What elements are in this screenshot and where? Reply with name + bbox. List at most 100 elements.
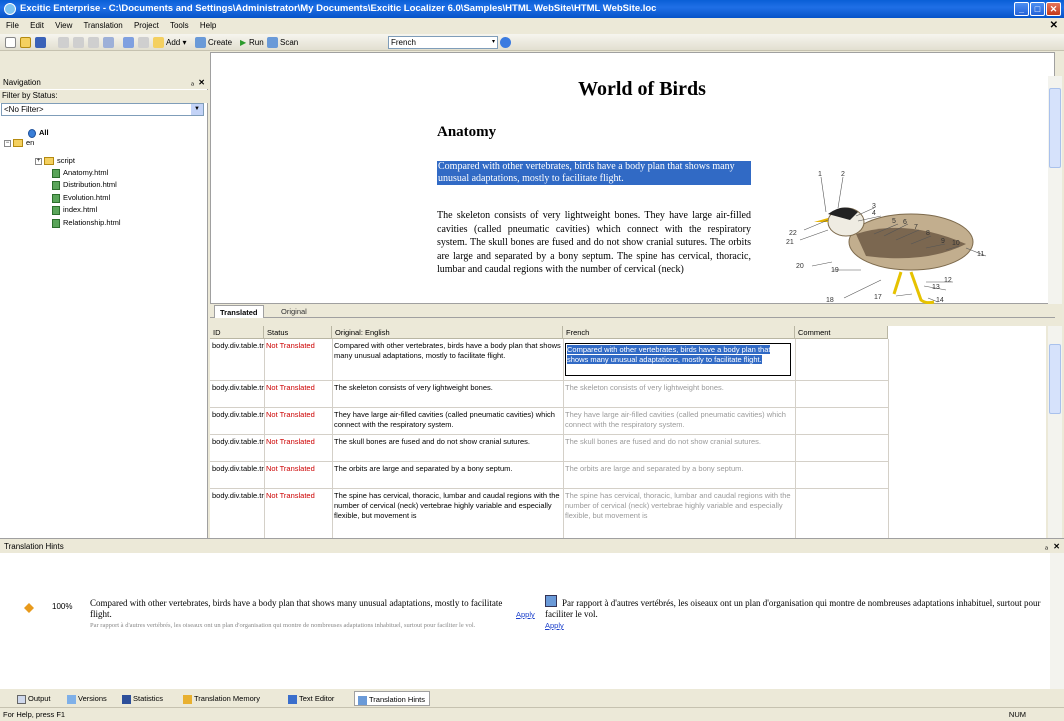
close-icon[interactable]: ✕ — [1053, 539, 1060, 554]
redo-icon[interactable] — [138, 37, 149, 48]
maximize-button[interactable]: □ — [1030, 2, 1045, 16]
minimize-button[interactable]: _ — [1014, 2, 1029, 16]
copy-icon[interactable] — [73, 37, 84, 48]
menu-help[interactable]: Help — [200, 21, 216, 30]
pin-icon[interactable]: ₐ — [1045, 539, 1048, 554]
scan-button[interactable]: Scan — [280, 34, 298, 51]
tab-versions[interactable]: Versions — [64, 691, 107, 706]
menu-edit[interactable]: Edit — [30, 21, 44, 30]
open-icon[interactable] — [20, 37, 31, 48]
scrollbar-thumb[interactable] — [1049, 344, 1061, 414]
collapse-icon[interactable]: − — [4, 139, 11, 147]
row-french[interactable]: The orbits are large and separated by a … — [563, 462, 795, 476]
menu-project[interactable]: Project — [134, 21, 159, 30]
tab-original[interactable]: Original — [276, 305, 312, 318]
close-button[interactable]: ✕ — [1046, 2, 1061, 16]
create-icon[interactable] — [195, 37, 206, 48]
column-status[interactable]: Status — [264, 326, 332, 339]
column-french[interactable]: French — [563, 326, 795, 339]
tree-item-file[interactable]: Distribution.html — [52, 180, 117, 190]
new-icon[interactable] — [5, 37, 16, 48]
diagram-label: 3 — [872, 203, 876, 210]
tree-item-script[interactable]: + script — [35, 156, 75, 166]
filter-select[interactable]: <No Filter> ▼ — [1, 103, 204, 116]
preview-subheading: Anatomy — [437, 124, 497, 140]
scan-icon[interactable] — [267, 37, 278, 48]
add-icon[interactable] — [153, 37, 164, 48]
table-row[interactable]: body.div.table.tr.td.p Not Translated Th… — [210, 381, 888, 408]
tree-label: Relationship.html — [63, 218, 121, 227]
paste-icon[interactable] — [88, 37, 99, 48]
row-french-editor[interactable]: Compared with other vertebrates, birds h… — [565, 343, 791, 376]
tree-item-file[interactable]: Evolution.html — [52, 193, 110, 203]
preview-paragraph[interactable]: The skeleton consists of very lightweigh… — [437, 209, 751, 277]
tree-item-file[interactable]: index.html — [52, 205, 97, 215]
cut-icon[interactable] — [58, 37, 69, 48]
memory-icon — [183, 694, 192, 704]
run-button[interactable]: Run — [249, 34, 264, 51]
menu-view[interactable]: View — [55, 21, 72, 30]
text-editor-icon — [288, 694, 297, 704]
expand-icon[interactable]: + — [35, 157, 42, 165]
column-comment[interactable]: Comment — [795, 326, 888, 339]
column-original[interactable]: Original: English — [332, 326, 563, 339]
tab-translated[interactable]: Translated — [214, 305, 264, 318]
preview-scrollbar[interactable] — [1048, 76, 1062, 304]
grid-divider — [888, 339, 889, 538]
row-status: Not Translated — [266, 383, 315, 392]
editor-tabs: Translated Original — [210, 304, 1055, 318]
tab-text-editor[interactable]: Text Editor — [285, 691, 334, 706]
html-file-icon — [52, 218, 60, 228]
row-french[interactable]: They have large air-filled cavities (cal… — [563, 408, 795, 432]
menu-file[interactable]: File — [6, 21, 19, 30]
tree-item-file[interactable]: Anatomy.html — [52, 168, 108, 178]
help-icon[interactable] — [500, 37, 511, 48]
find-icon[interactable] — [103, 37, 114, 48]
tree-item-all[interactable]: All — [28, 128, 49, 138]
grid-scrollbar[interactable] — [1048, 326, 1062, 538]
create-button[interactable]: Create — [208, 34, 232, 51]
row-french[interactable]: The spine has cervical, thoracic, lumbar… — [563, 489, 795, 537]
scrollbar-thumb[interactable] — [1049, 88, 1061, 168]
row-id: body.div.table.tr.td.p — [212, 464, 264, 473]
tab-translation-memory[interactable]: Translation Memory — [180, 691, 260, 706]
add-button[interactable]: Add ▾ — [166, 34, 186, 51]
table-row[interactable]: body.div.table.tr.td.p Not Translated Th… — [210, 462, 888, 489]
save-icon[interactable] — [35, 37, 46, 48]
language-select[interactable]: French ▾ — [388, 36, 498, 49]
table-row[interactable]: body.div.table.tr.td.p Not Translated Th… — [210, 408, 888, 435]
table-row[interactable]: body.div.table.tr.td.p Not Translated Co… — [210, 339, 888, 381]
title-bar: Excitic Enterprise - C:\Documents and Se… — [0, 0, 1064, 18]
diagram-label: 5 — [892, 218, 896, 225]
undo-icon[interactable] — [123, 37, 134, 48]
navigation-header: Navigation ₐ ✕ — [0, 76, 208, 89]
document-close-icon[interactable]: ✕ — [1050, 18, 1058, 34]
apply-link-2[interactable]: Apply — [545, 621, 564, 630]
row-french[interactable]: The skull bones are fused and do not sho… — [563, 435, 795, 449]
row-french[interactable]: The skeleton consists of very lightweigh… — [563, 381, 795, 395]
column-id[interactable]: ID — [210, 326, 264, 339]
row-id: body.div.table.tr.td.p — [212, 437, 264, 446]
tab-statistics[interactable]: Statistics — [119, 691, 163, 706]
preview-highlighted-paragraph[interactable]: Compared with other vertebrates, birds h… — [437, 161, 751, 185]
grid-divider — [332, 339, 333, 538]
row-status: Not Translated — [266, 437, 315, 446]
menu-tools[interactable]: Tools — [170, 21, 189, 30]
tree-item-en[interactable]: − en — [4, 138, 34, 148]
close-icon[interactable]: ✕ — [198, 76, 205, 89]
chevron-down-icon: ▼ — [191, 104, 203, 115]
tab-translation-hints[interactable]: Translation Hints — [354, 691, 430, 706]
diagram-label: 20 — [796, 263, 804, 270]
run-icon[interactable]: ▶ — [240, 34, 246, 51]
pin-icon[interactable]: ₐ — [191, 76, 194, 89]
row-id: body.div.table.tr.td.p — [212, 341, 264, 350]
apply-link[interactable]: Apply — [516, 610, 535, 619]
menu-translation[interactable]: Translation — [83, 21, 122, 30]
tree-item-file[interactable]: Relationship.html — [52, 218, 121, 228]
chevron-down-icon: ▾ — [491, 39, 495, 45]
table-row[interactable]: body.div.table.tr.td.p Not Translated Th… — [210, 489, 888, 537]
tab-output[interactable]: Output — [14, 691, 51, 706]
hints-scrollbar[interactable] — [1050, 553, 1064, 689]
table-row[interactable]: body.div.table.tr.td.p Not Translated Th… — [210, 435, 888, 462]
hint-source-text: Compared with other vertebrates, birds h… — [90, 598, 503, 619]
